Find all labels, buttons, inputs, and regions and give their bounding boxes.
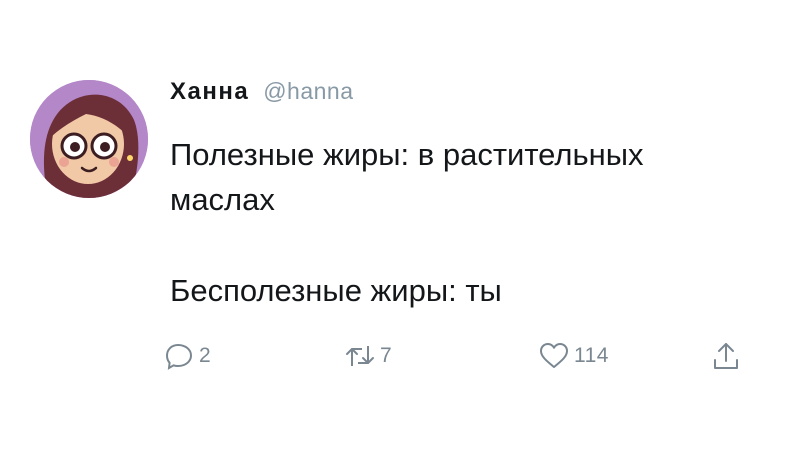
tweet-text: Полезные жиры: в растительных маслах Бес… [170, 132, 770, 313]
avatar[interactable] [30, 80, 148, 198]
tweet-action-bar: 2 7 114 [165, 336, 765, 376]
like-count: 114 [574, 344, 609, 367]
avatar-illustration [30, 80, 148, 198]
retweet-button[interactable]: 7 [344, 336, 392, 376]
like-button[interactable]: 114 [538, 336, 609, 376]
tweet-text-line: Бесполезные жиры: ты [170, 273, 502, 308]
tweet-text-line: Полезные жиры: в растительных [170, 137, 644, 172]
tweet-header: Ханна @hanna [170, 78, 354, 110]
reply-button[interactable]: 2 [165, 336, 211, 376]
user-handle[interactable]: @hanna [263, 78, 353, 105]
retweet-icon [346, 346, 374, 366]
tweet-text-line: маслах [170, 182, 275, 217]
share-button[interactable] [711, 336, 741, 376]
paragraph-break [170, 222, 770, 268]
reply-count: 2 [199, 344, 212, 367]
reply-icon [165, 343, 193, 370]
tweet-card: Ханна @hanna Полезные жиры: в растительн… [0, 0, 800, 449]
heart-icon [540, 343, 568, 368]
display-name[interactable]: Ханна [170, 78, 249, 106]
retweet-count: 7 [380, 344, 393, 367]
share-icon [714, 343, 738, 369]
